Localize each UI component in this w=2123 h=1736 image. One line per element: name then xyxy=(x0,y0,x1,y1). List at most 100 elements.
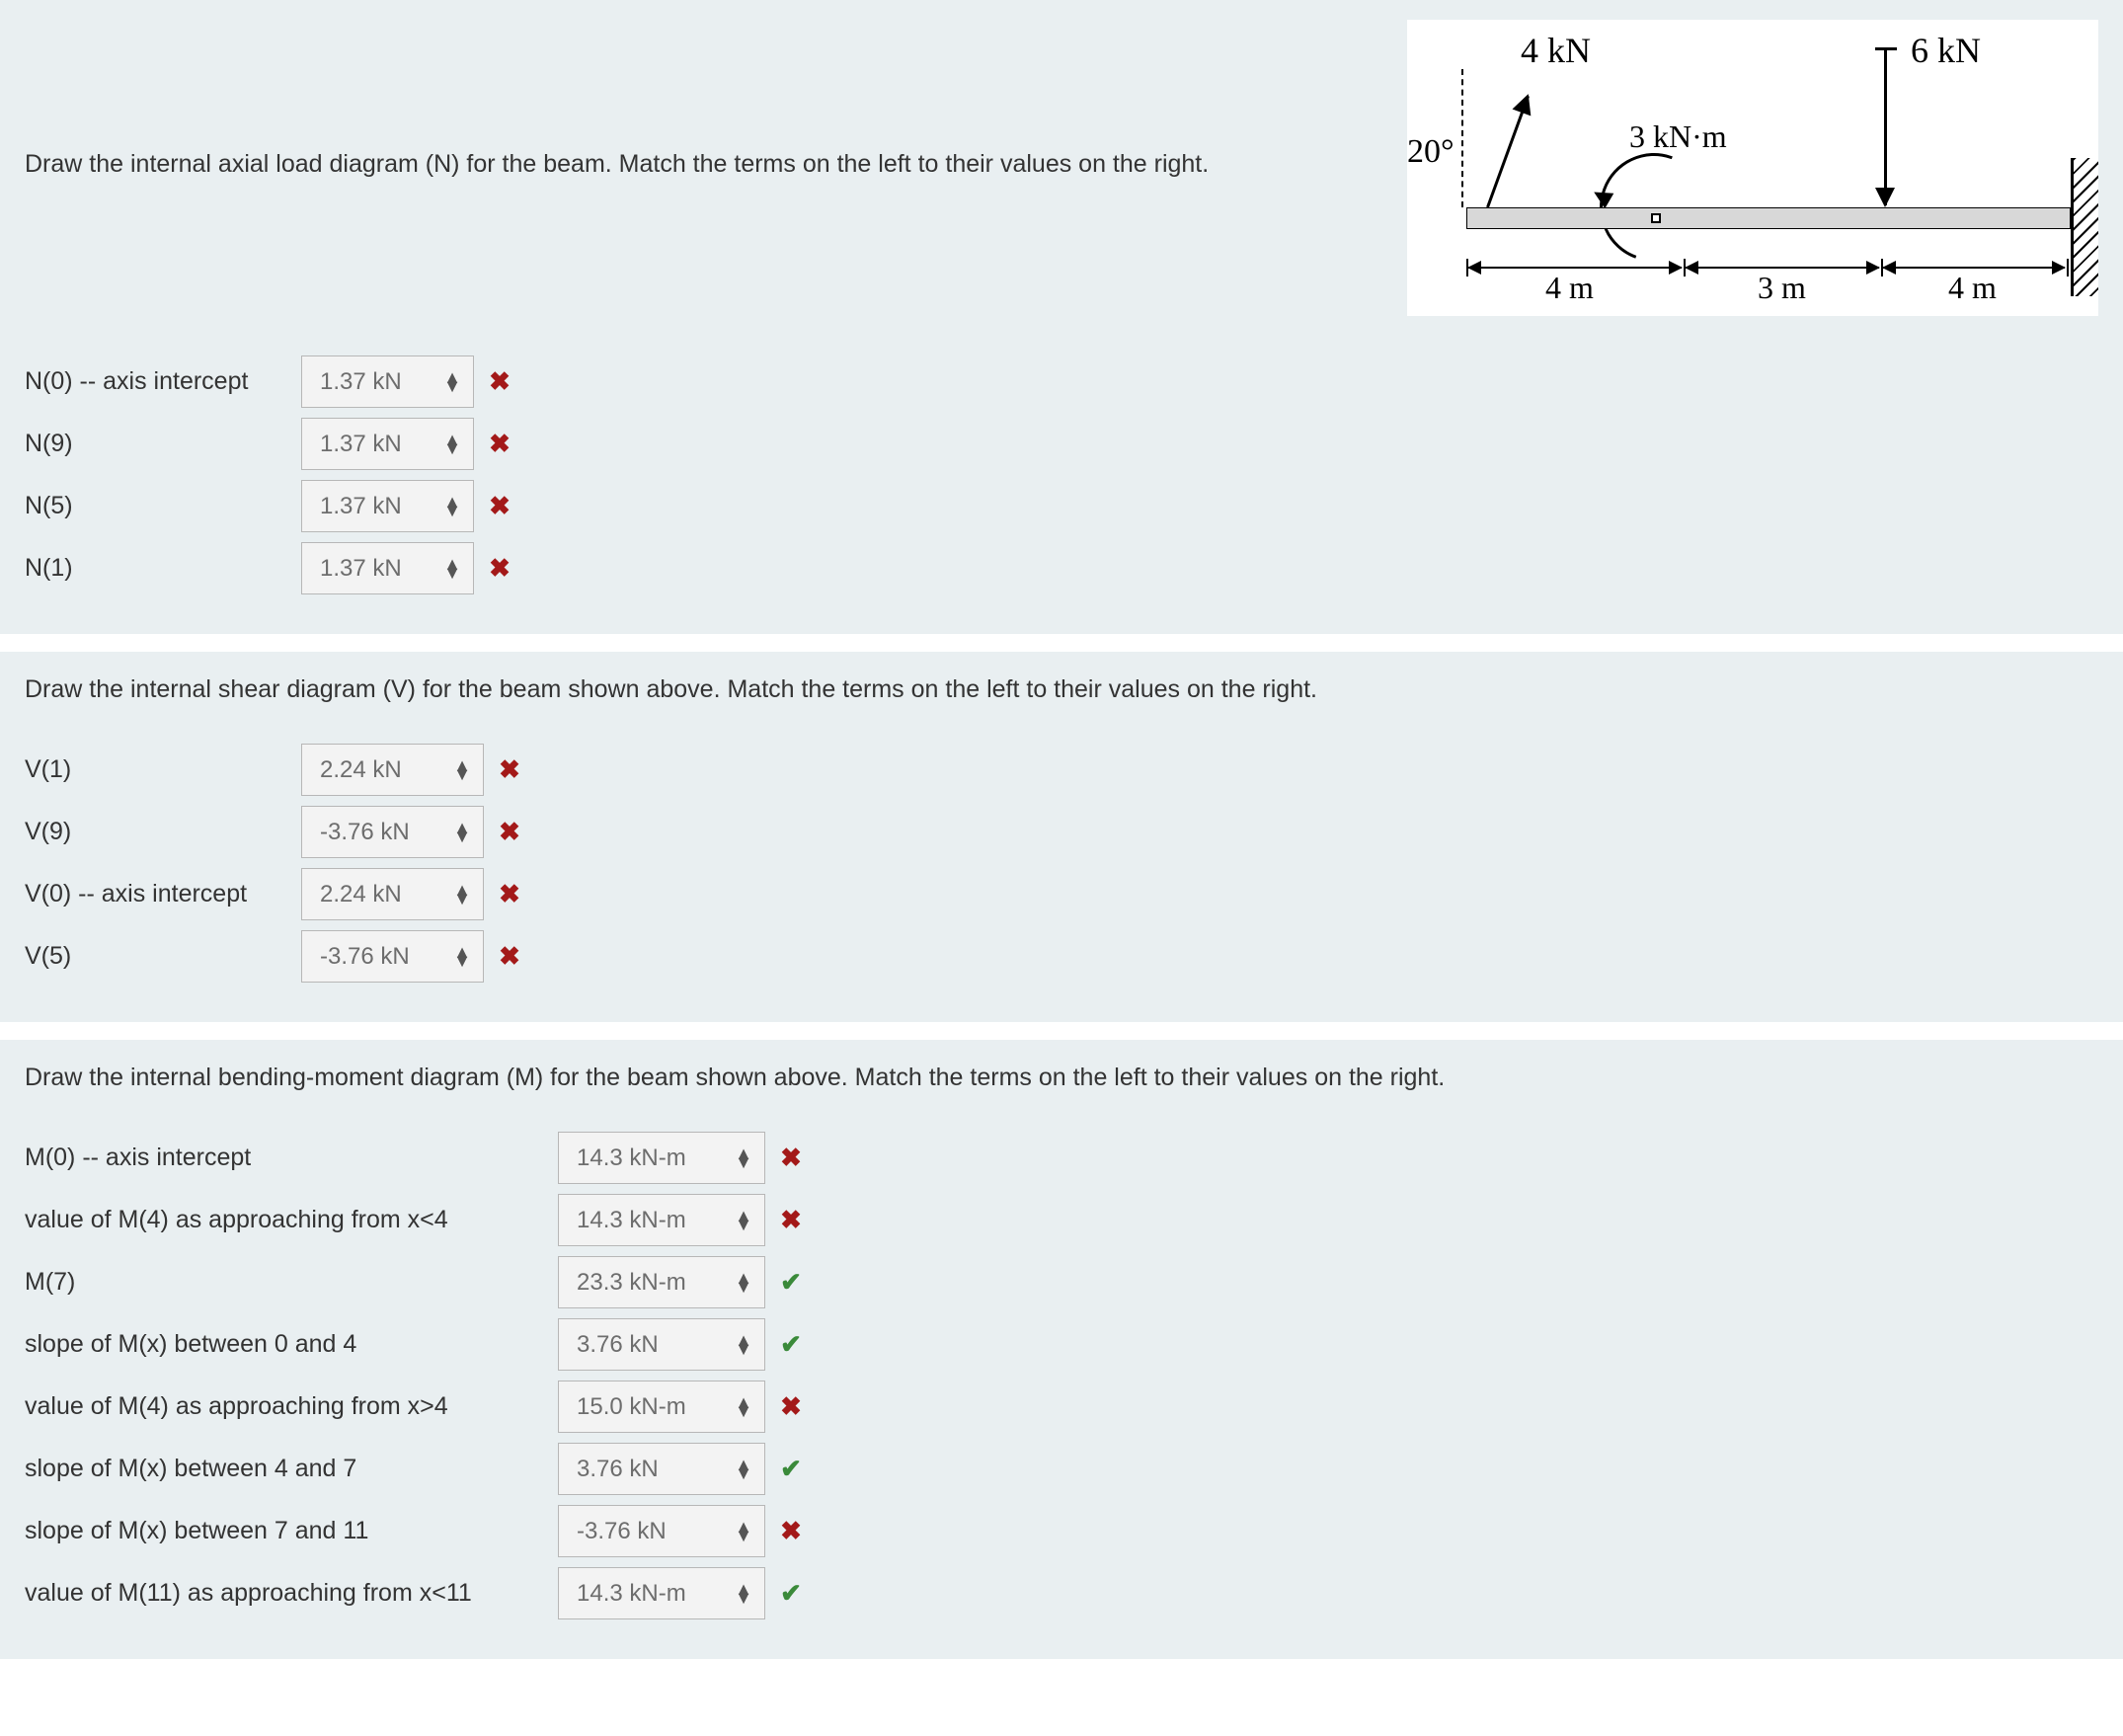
sort-arrows-icon: ▲▼ xyxy=(443,498,461,515)
force-arrow-2 xyxy=(1884,49,1887,205)
match-label: slope of M(x) between 4 and 7 xyxy=(25,1455,558,1483)
match-row: V(5)-3.76 kN▲▼✖ xyxy=(25,930,2098,983)
answer-selected-value: 14.3 kN-m xyxy=(577,1207,686,1234)
answer-selected-value: 1.37 kN xyxy=(320,493,402,520)
match-row: value of M(4) as approaching from x<414.… xyxy=(25,1194,2098,1246)
match-row: value of M(4) as approaching from x>415.… xyxy=(25,1381,2098,1433)
cross-icon: ✖ xyxy=(771,1143,811,1173)
sort-arrows-icon: ▲▼ xyxy=(443,435,461,453)
match-label: N(1) xyxy=(25,554,301,583)
sort-arrows-icon: ▲▼ xyxy=(735,1523,752,1540)
question-prompt: Draw the internal axial load diagram (N)… xyxy=(25,20,1397,181)
match-rows: N(0) -- axis intercept 1.37 kN ▲▼ ✖ N(9) 1.37… xyxy=(25,355,2098,594)
beam-diagram: 20° 4 kN 6 kN 3 kN·m 4 m 3 m 4 m xyxy=(1407,20,2098,316)
sort-arrows-icon: ▲▼ xyxy=(443,373,461,391)
match-row: N(1)1.37 kN▲▼✖ xyxy=(25,542,2098,594)
cross-icon: ✖ xyxy=(490,941,529,972)
answer-selected-value: -3.76 kN xyxy=(577,1518,667,1545)
force-arrow-1 xyxy=(1486,96,1530,208)
cross-icon: ✖ xyxy=(490,817,529,847)
force-label-2: 6 kN xyxy=(1911,30,1981,71)
answer-select[interactable]: 3.76 kN ▲▼ xyxy=(558,1443,765,1495)
answer-selected-value: -3.76 kN xyxy=(320,819,410,846)
match-row: N(5)1.37 kN▲▼✖ xyxy=(25,480,2098,532)
answer-selected-value: 23.3 kN-m xyxy=(577,1269,686,1297)
answer-select[interactable]: 1.37 kN▲▼ xyxy=(301,542,474,594)
answer-select[interactable]: 15.0 kN-m▲▼ xyxy=(558,1381,765,1433)
answer-select[interactable]: 2.24 kN ▲▼ xyxy=(301,868,484,920)
answer-selected-value: 1.37 kN xyxy=(320,555,402,583)
answer-select[interactable]: 1.37 kN ▲▼ xyxy=(301,355,474,408)
match-row: N(0) -- axis intercept 1.37 kN ▲▼ ✖ xyxy=(25,355,2098,408)
answer-selected-value: 1.37 kN xyxy=(320,431,402,458)
match-row: slope of M(x) between 7 and 11 -3.76 kN ▲▼… xyxy=(25,1505,2098,1557)
answer-selected-value: 14.3 kN-m xyxy=(577,1144,686,1172)
sort-arrows-icon: ▲▼ xyxy=(735,1274,752,1292)
question-prompt: Draw the internal shear diagram (V) for … xyxy=(25,671,2098,704)
force-label-1: 4 kN xyxy=(1521,30,1591,71)
match-label: N(9) xyxy=(25,430,301,458)
check-icon: ✔ xyxy=(771,1329,811,1360)
answer-select[interactable]: -3.76 kN ▲▼ xyxy=(301,806,484,858)
cross-icon: ✖ xyxy=(480,366,519,397)
match-label: slope of M(x) between 7 and 11 xyxy=(25,1517,558,1545)
match-rows: V(1) 2.24 kN ▲▼ ✖ V(9) -3.76 kN ▲▼ ✖ V(0) -- axi… xyxy=(25,744,2098,983)
match-label: V(9) xyxy=(25,818,301,846)
span-label-3: 4 m xyxy=(1948,270,1997,306)
sort-arrows-icon: ▲▼ xyxy=(453,824,471,841)
answer-select[interactable]: -3.76 kN ▲▼ xyxy=(558,1505,765,1557)
cross-icon: ✖ xyxy=(771,1205,811,1235)
sort-arrows-icon: ▲▼ xyxy=(453,886,471,904)
cross-icon: ✖ xyxy=(480,429,519,459)
answer-select[interactable]: -3.76 kN ▲▼ xyxy=(301,930,484,983)
question-section-moment: Draw the internal bending-moment diagram… xyxy=(0,1040,2123,1659)
match-row: M(0) -- axis intercept 14.3 kN-m ▲▼ ✖ xyxy=(25,1132,2098,1184)
match-label: N(0) -- axis intercept xyxy=(25,367,301,396)
answer-select[interactable]: 2.24 kN ▲▼ xyxy=(301,744,484,796)
match-row: value of M(11) as approaching from x<111… xyxy=(25,1567,2098,1619)
answer-selected-value: 3.76 kN xyxy=(577,1456,659,1483)
fixed-support-icon xyxy=(2071,158,2098,296)
match-row: N(9) 1.37 kN ▲▼ ✖ xyxy=(25,418,2098,470)
check-icon: ✔ xyxy=(771,1578,811,1609)
angle-label: 20° xyxy=(1407,133,1455,171)
answer-select[interactable]: 1.37 kN ▲▼ xyxy=(301,480,474,532)
match-row: slope of M(x) between 4 and 7 3.76 kN ▲▼ ✔ xyxy=(25,1443,2098,1495)
span-label-1: 4 m xyxy=(1545,270,1594,306)
span-label-2: 3 m xyxy=(1758,270,1806,306)
match-label: M(0) -- axis intercept xyxy=(25,1144,558,1172)
match-label: N(5) xyxy=(25,492,301,520)
match-label: V(0) -- axis intercept xyxy=(25,880,301,908)
sort-arrows-icon: ▲▼ xyxy=(453,948,471,966)
answer-select[interactable]: 1.37 kN ▲▼ xyxy=(301,418,474,470)
answer-selected-value: 1.37 kN xyxy=(320,368,402,396)
match-label: slope of M(x) between 0 and 4 xyxy=(25,1330,558,1359)
answer-select[interactable]: 14.3 kN-m▲▼ xyxy=(558,1194,765,1246)
match-row: M(7) 23.3 kN-m ▲▼ ✔ xyxy=(25,1256,2098,1308)
answer-selected-value: 2.24 kN xyxy=(320,881,402,908)
sort-arrows-icon: ▲▼ xyxy=(453,761,471,779)
check-icon: ✔ xyxy=(771,1267,811,1298)
answer-selected-value: 2.24 kN xyxy=(320,756,402,784)
sort-arrows-icon: ▲▼ xyxy=(735,1336,752,1354)
answer-selected-value: 14.3 kN-m xyxy=(577,1580,686,1608)
answer-select[interactable]: 14.3 kN-m▲▼ xyxy=(558,1567,765,1619)
check-icon: ✔ xyxy=(771,1454,811,1484)
sort-arrows-icon: ▲▼ xyxy=(735,1149,752,1167)
match-label: value of M(4) as approaching from x<4 xyxy=(25,1206,558,1234)
answer-select[interactable]: 14.3 kN-m ▲▼ xyxy=(558,1132,765,1184)
match-label: V(1) xyxy=(25,755,301,784)
match-label: value of M(4) as approaching from x>4 xyxy=(25,1392,558,1421)
match-label: value of M(11) as approaching from x<11 xyxy=(25,1579,558,1608)
answer-selected-value: -3.76 kN xyxy=(320,943,410,971)
cross-icon: ✖ xyxy=(771,1391,811,1422)
match-row: slope of M(x) between 0 and 43.76 kN▲▼✔ xyxy=(25,1318,2098,1371)
match-rows: M(0) -- axis intercept14.3 kN-m▲▼✖value … xyxy=(25,1132,2098,1619)
sort-arrows-icon: ▲▼ xyxy=(735,1460,752,1478)
cross-icon: ✖ xyxy=(480,553,519,584)
match-label: M(7) xyxy=(25,1268,558,1297)
answer-select[interactable]: 23.3 kN-m ▲▼ xyxy=(558,1256,765,1308)
cross-icon: ✖ xyxy=(490,754,529,785)
cross-icon: ✖ xyxy=(771,1516,811,1546)
answer-select[interactable]: 3.76 kN▲▼ xyxy=(558,1318,765,1371)
